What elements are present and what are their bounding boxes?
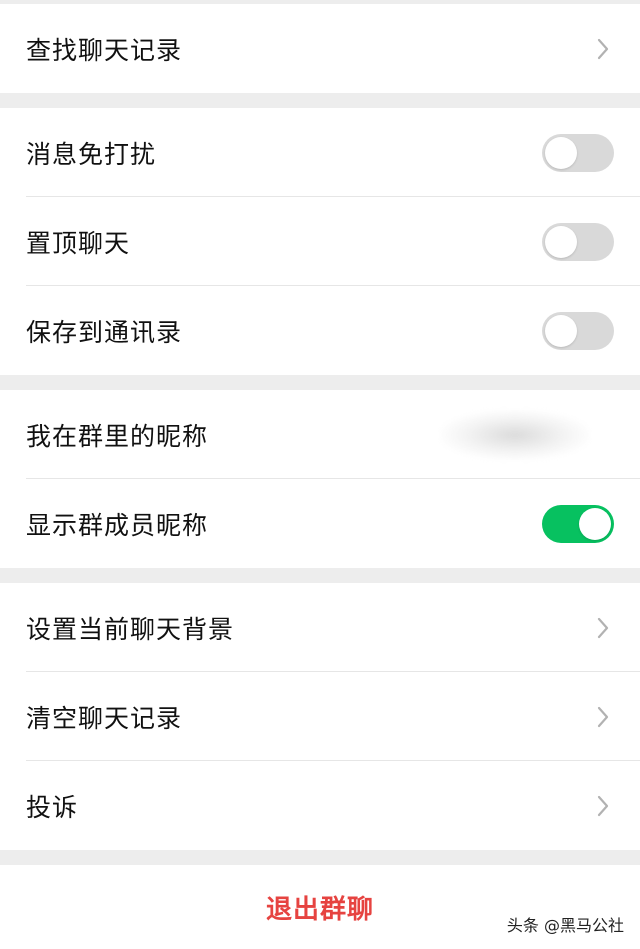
row-label: 置顶聊天: [26, 228, 131, 258]
row-my-group-nickname[interactable]: 我在群里的昵称: [0, 390, 640, 479]
chevron-right-icon: [592, 794, 614, 818]
group-search: 查找聊天记录: [0, 4, 640, 93]
exit-group-button[interactable]: 退出群聊: [0, 865, 640, 949]
save-to-contacts-toggle[interactable]: [542, 311, 614, 350]
chevron-right-icon: [592, 37, 614, 61]
row-label: 保存到通讯录: [26, 317, 183, 347]
row-search-chat-history[interactable]: 查找聊天记录: [0, 4, 640, 93]
row-sticky-on-top: 置顶聊天: [0, 197, 640, 286]
sticky-on-top-toggle[interactable]: [542, 222, 614, 261]
settings-page: 查找聊天记录 消息免打扰 置顶聊天 保存到通讯录 我在群里的昵称 显示群成员昵称: [0, 0, 640, 949]
section-gap: [0, 375, 640, 390]
row-clear-chat-history[interactable]: 清空聊天记录: [0, 672, 640, 761]
row-save-to-contacts: 保存到通讯录: [0, 286, 640, 375]
section-gap: [0, 568, 640, 583]
watermark: 头条 @黑马公社: [506, 916, 624, 935]
group-actions: 设置当前聊天背景 清空聊天记录 投诉: [0, 583, 640, 850]
section-gap: [0, 850, 640, 865]
blurred-nickname-value: [440, 410, 590, 460]
group-notifications: 消息免打扰 置顶聊天 保存到通讯录: [0, 108, 640, 375]
row-label: 查找聊天记录: [26, 35, 183, 65]
group-nickname: 我在群里的昵称 显示群成员昵称: [0, 390, 640, 568]
row-report[interactable]: 投诉: [0, 761, 640, 850]
show-member-nicknames-toggle[interactable]: [542, 504, 614, 543]
exit-group-label: 退出群聊: [265, 894, 374, 925]
row-label: 消息免打扰: [26, 139, 157, 169]
row-label: 显示群成员昵称: [26, 510, 209, 540]
row-label: 设置当前聊天背景: [26, 614, 235, 644]
toggle-knob: [545, 136, 577, 169]
row-mute-notifications: 消息免打扰: [0, 108, 640, 197]
row-set-chat-background[interactable]: 设置当前聊天背景: [0, 583, 640, 672]
mute-notifications-toggle[interactable]: [542, 133, 614, 172]
toggle-knob: [545, 225, 577, 258]
section-gap: [0, 93, 640, 108]
chevron-right-icon: [592, 616, 614, 640]
row-label: 投诉: [26, 792, 79, 822]
row-show-member-nicknames: 显示群成员昵称: [0, 479, 640, 568]
toggle-knob: [545, 314, 577, 347]
toggle-knob: [579, 507, 611, 540]
row-label: 清空聊天记录: [26, 703, 183, 733]
chevron-right-icon: [592, 705, 614, 729]
